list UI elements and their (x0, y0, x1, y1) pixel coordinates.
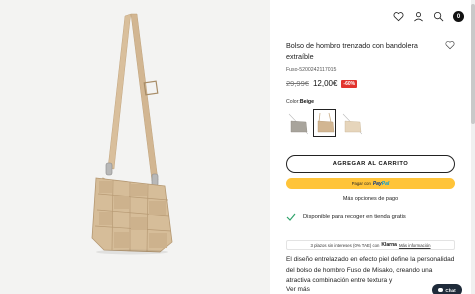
product-image (91, 13, 173, 255)
price-row: 29,99€ 12,00€ -60% (286, 79, 358, 88)
cart-count-badge[interactable]: 0 (453, 11, 464, 22)
discount-badge: -60% (341, 79, 358, 88)
paypal-prefix: Pagar con (351, 181, 371, 186)
swatch-cream[interactable] (340, 109, 363, 137)
chat-bubble-icon (438, 288, 444, 292)
product-info-panel: 0 Bolso de hombro trenzado con bandolera… (270, 0, 475, 294)
scrollbar[interactable] (471, 0, 475, 294)
klarna-logo: Klarna (381, 242, 397, 248)
scrollbar-thumb[interactable] (471, 4, 475, 124)
swatch-grey[interactable] (286, 109, 309, 137)
store-pickup-text: Disponible para recoger en tienda gratis (303, 214, 406, 220)
paypal-logo-pay: Pay (372, 180, 382, 187)
color-label-prefix: Color: (286, 99, 300, 105)
product-image-gallery[interactable] (0, 0, 270, 294)
color-swatches (286, 109, 363, 137)
klarna-banner: 3 plazos sin intereses (0% TAE) con Klar… (286, 240, 455, 250)
more-payment-options-link[interactable]: Más opciones de pago (286, 196, 455, 202)
swatch-cream-image (342, 113, 362, 135)
color-value: Beige (299, 99, 314, 105)
read-more-link[interactable]: Ver más (286, 286, 310, 293)
chat-button[interactable]: Chat (432, 284, 462, 294)
store-pickup-info: Disponible para recoger en tienda gratis (286, 212, 406, 222)
product-sku: Fuso-5200242117015 (286, 67, 337, 73)
add-to-wishlist-icon[interactable] (445, 40, 455, 50)
color-label: Color:Beige (286, 99, 314, 105)
sale-price: 12,00€ (312, 79, 338, 88)
chat-label: Chat (445, 287, 456, 293)
swatch-beige-selected[interactable] (313, 109, 336, 137)
klarna-text: 3 plazos sin intereses (0% TAE) con (310, 242, 380, 248)
add-to-cart-button[interactable]: AGREGAR AL CARRITO (286, 155, 455, 173)
header-icons: 0 (393, 11, 464, 22)
product-title: Bolso de hombro trenzado con bandolera e… (286, 41, 418, 61)
heart-icon[interactable] (393, 11, 404, 22)
user-icon[interactable] (413, 11, 424, 22)
klarna-info-link[interactable]: Más información (399, 243, 431, 248)
check-icon (286, 213, 296, 221)
swatch-grey-image (288, 113, 308, 135)
old-price: 29,99€ (286, 79, 309, 88)
swatch-beige-image (317, 112, 335, 133)
product-description: El diseño entrelazado en efecto piel def… (286, 256, 455, 284)
paypal-button[interactable]: Pagar con Pay Pal (286, 178, 455, 189)
paypal-logo-pal: Pal (381, 180, 390, 187)
search-icon[interactable] (433, 11, 444, 22)
